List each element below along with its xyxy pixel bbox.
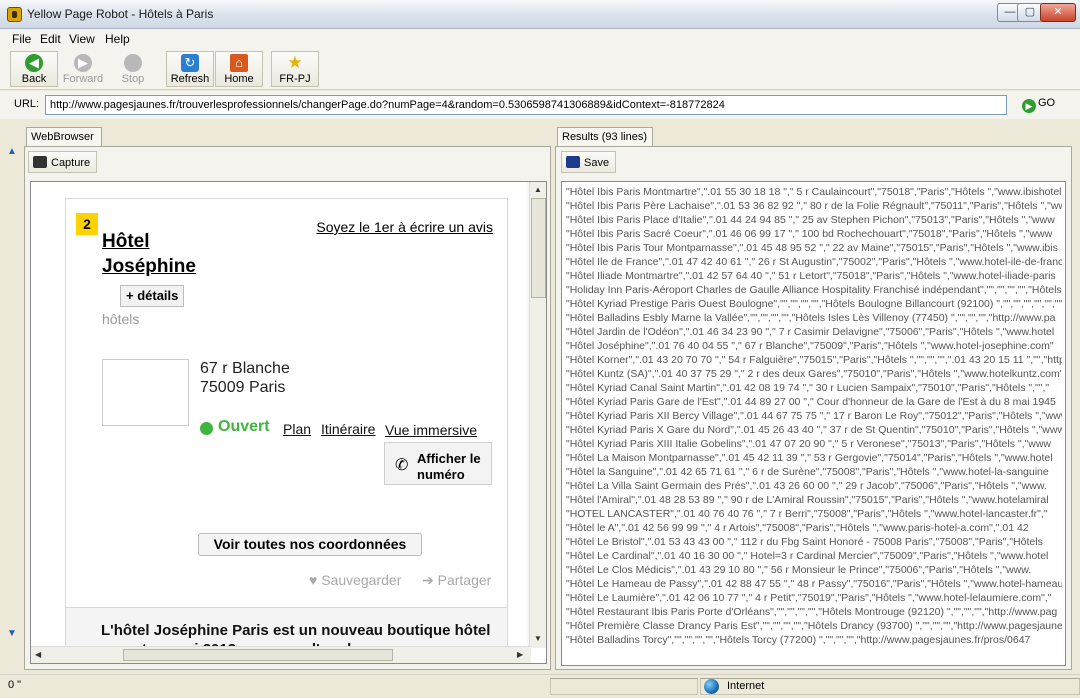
result-row: "Hôtel Ibis Paris Tour Montparnasse",".0… <box>566 242 1058 254</box>
web-view[interactable]: 2 Hôtel Joséphine Soyez le 1er à écrire … <box>30 181 547 664</box>
status-bar: 0 " Internet <box>0 674 1080 698</box>
scroll-up-icon[interactable]: ▲ <box>7 146 17 157</box>
result-row: "Hôtel Iliade Montmartre",".01 42 57 64 … <box>566 270 1056 282</box>
toolbar: ◀ Back ▶ Forward Stop ↻ Refresh ⌂ Home ★… <box>0 49 1080 90</box>
result-row: "Hôtel Kyriad Paris X Gare du Nord",".01… <box>566 424 1062 436</box>
menu-file[interactable]: File <box>12 32 31 46</box>
result-row: "Hôtel Ibis Paris Sacré Coeur",".01 46 0… <box>566 228 1053 240</box>
hotel-photo <box>102 359 189 426</box>
result-row: "Hôtel Kuntz (SA)",".01 40 37 75 29 "," … <box>566 368 1062 380</box>
result-row: "Hôtel La Maison Montparnasse",".01 45 4… <box>566 452 1053 464</box>
result-row: "Hôtel Balladins Esbly Marne la Vallée",… <box>566 312 1056 324</box>
show-phone-button[interactable]: ✆ Afficher le numéro <box>384 442 492 485</box>
camera-icon <box>33 156 47 168</box>
menu-edit[interactable]: Edit <box>40 32 61 46</box>
result-row: "Hôtel Kyriad Paris Gare de l'Est",".01 … <box>566 396 1056 408</box>
home-icon: ⌂ <box>230 54 248 72</box>
result-row: "Hôtel le A",".01 42 56 99 99 "," 4 r Ar… <box>566 522 1029 534</box>
result-row: "Hôtel Ibis Paris Montmartre",".01 55 30… <box>566 186 1062 198</box>
details-button[interactable]: + détails <box>120 285 185 307</box>
rank-badge: 2 <box>76 213 98 235</box>
horizontal-scrollbar[interactable]: ◀ ▶ <box>31 646 531 663</box>
back-arrow-icon: ◀ <box>25 54 43 72</box>
hotel-name-link[interactable]: Hôtel Joséphine <box>102 229 242 279</box>
menu-help[interactable]: Help <box>105 32 130 46</box>
result-row: "Hôtel Joséphine",".01 76 40 04 55 "," 6… <box>566 340 1054 352</box>
window-title: Yellow Page Robot - Hôtels à Paris <box>27 7 214 21</box>
result-row: "Hôtel Le Laumière",".01 42 06 10 77 ","… <box>566 592 1052 604</box>
scroll-down-icon[interactable]: ▼ <box>7 628 17 639</box>
result-row: "Hôtel Ibis Paris Père Lachaise",".01 53… <box>566 200 1062 212</box>
globe-icon <box>704 679 719 694</box>
immersive-view-link[interactable]: Vue immersive <box>200 421 490 439</box>
url-label: URL: <box>14 98 40 110</box>
result-row: "Hôtel Kyriad Paris XII Bercy Village","… <box>566 410 1062 422</box>
result-row: "Hôtel Le Cardinal",".01 40 16 30 00 ","… <box>566 550 1049 562</box>
result-row: "Hôtel Kyriad Prestige Paris Ouest Boulo… <box>566 298 1062 310</box>
result-row: "Hôtel Le Hameau de Passy",".01 42 88 47… <box>566 578 1062 590</box>
star-icon: ★ <box>287 53 303 72</box>
floppy-disk-icon <box>566 156 580 168</box>
scroll-thumb[interactable] <box>531 198 546 298</box>
home-button[interactable]: ⌂ Home <box>215 51 263 87</box>
forward-arrow-icon: ▶ <box>74 54 92 72</box>
status-text: 0 " <box>8 679 22 691</box>
result-row: "Hôtel Kyriad Canal Saint Martin",".01 4… <box>566 382 1050 394</box>
vertical-scrollbar[interactable]: ▲ ▼ <box>529 182 546 648</box>
address-block: 67 r Blanche 75009 Paris <box>200 360 290 396</box>
result-row: "Hôtel Première Classe Drancy Paris Est"… <box>566 620 1062 632</box>
forward-button[interactable]: ▶ Forward <box>59 51 107 87</box>
url-input[interactable] <box>45 95 1007 115</box>
result-row: "Hôtel Ile de France",".01 47 42 40 61 "… <box>566 256 1062 268</box>
go-arrow-icon: ▶ <box>1022 99 1036 113</box>
back-button[interactable]: ◀ Back <box>10 51 58 87</box>
share-link[interactable]: ➔ Partager <box>422 572 491 589</box>
frpj-button[interactable]: ★ FR-PJ <box>271 51 319 87</box>
refresh-icon: ↻ <box>181 54 199 72</box>
result-row: "HOTEL LANCASTER",".01 40 76 40 76 "," 7… <box>566 508 1048 520</box>
menu-view[interactable]: View <box>69 32 95 46</box>
results-list: "Hôtel Ibis Paris Montmartre",".01 55 30… <box>566 185 1062 647</box>
go-button[interactable]: ▶ GO <box>1022 97 1055 113</box>
stop-button[interactable]: Stop <box>110 51 156 87</box>
result-row: "Hôtel l'Amiral",".01 48 28 53 89 "," 90… <box>566 494 1049 506</box>
result-row: "Hôtel Ibis Paris Place d'Italie",".01 4… <box>566 214 1055 226</box>
title-bar: Yellow Page Robot - Hôtels à Paris — ▢ ✕ <box>0 0 1080 29</box>
result-row: "Hôtel la Sanguine",".01 42 65 71 61 ","… <box>566 466 1049 478</box>
save-listing-link[interactable]: ♥ Sauvegarder <box>309 572 401 588</box>
listing-card: 2 Hôtel Joséphine Soyez le 1er à écrire … <box>65 198 508 608</box>
scroll-thumb[interactable] <box>123 649 393 661</box>
result-row: "Hôtel Kyriad Paris XIII Italie Gobelins… <box>566 438 1052 450</box>
refresh-button[interactable]: ↻ Refresh <box>166 51 214 87</box>
left-gutter: ▲ ▼ <box>0 124 24 672</box>
phone-icon: ✆ <box>395 457 409 474</box>
save-results-button[interactable]: Save <box>561 151 617 173</box>
category-label: hôtels <box>102 311 140 327</box>
stop-icon <box>124 54 142 72</box>
result-row: "Hôtel Le Bristol",".01 53 43 43 00 "," … <box>566 536 1043 548</box>
review-link[interactable]: Soyez le 1er à écrire un avis <box>296 218 493 236</box>
tab-results[interactable]: Results (93 lines) <box>557 127 653 147</box>
capture-button[interactable]: Capture <box>28 151 98 173</box>
close-button[interactable]: ✕ <box>1040 3 1076 22</box>
result-row: "Hôtel Jardin de l'Odéon",".01 46 34 23 … <box>566 326 1055 338</box>
security-zone: Internet <box>727 680 765 692</box>
result-row: "Hôtel Korner",".01 43 20 70 70 "," 54 r… <box>566 354 1062 366</box>
results-textarea[interactable]: "Hôtel Ibis Paris Montmartre",".01 55 30… <box>561 181 1066 666</box>
menu-bar: File Edit View Help <box>0 29 1080 49</box>
tab-webbrowser[interactable]: WebBrowser <box>26 127 102 147</box>
app-icon <box>7 7 22 22</box>
result-row: "Holiday Inn Paris-Aéroport Charles de G… <box>566 284 1062 296</box>
result-row: "Hôtel Balladins Torcy","","","","","Hôt… <box>566 634 1031 646</box>
result-row: "Hôtel La Villa Saint Germain des Prés",… <box>566 480 1047 492</box>
result-row: "Hôtel Restaurant Ibis Paris Porte d'Orl… <box>566 606 1058 618</box>
address-bar: URL: ▶GO <box>0 91 1080 119</box>
all-coordinates-button[interactable]: Voir toutes nos coordonnées <box>198 533 422 556</box>
result-row: "Hôtel Le Clos Médicis",".01 43 29 10 80… <box>566 564 1032 576</box>
